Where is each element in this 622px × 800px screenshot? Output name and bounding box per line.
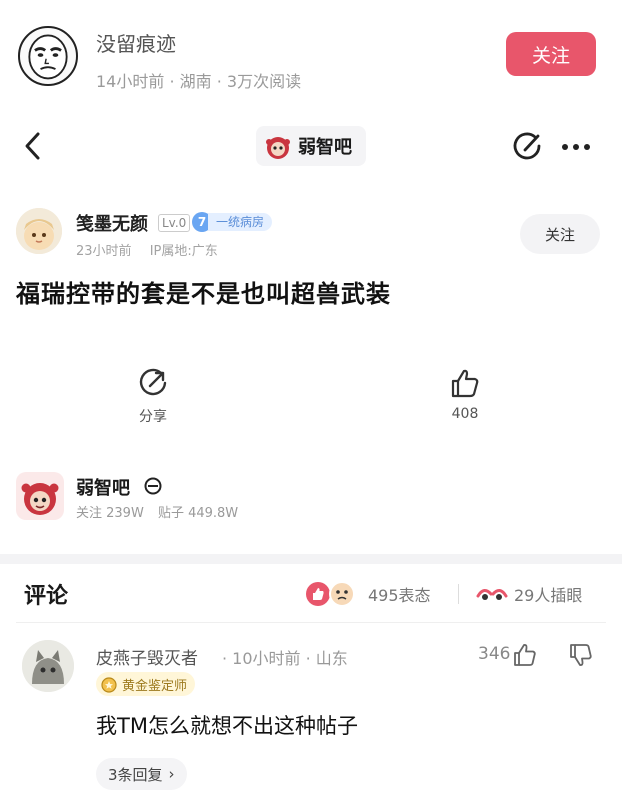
comment-like-count: 346 (478, 644, 511, 664)
outer-location: 湖南 (179, 72, 212, 91)
like-button[interactable]: 408 (430, 366, 500, 422)
outer-post-header: 没留痕迹 14小时前 · 湖南 · 3万次阅读 关注 (0, 0, 622, 112)
comments-header: 评论 495表态 29人插眼 (0, 572, 622, 616)
forum-verified-icon (144, 477, 162, 495)
comments-divider (16, 622, 606, 623)
badge-label: 黄金鉴定师 (122, 678, 188, 694)
comment-like-icon[interactable] (512, 642, 538, 668)
outer-user-avatar[interactable] (18, 26, 78, 86)
outer-username[interactable]: 没留痕迹 (96, 28, 176, 57)
outer-time: 14小时前 (96, 72, 165, 91)
view-replies-button[interactable]: 3条回复 › (96, 758, 187, 790)
outer-post-meta: 14小时前 · 湖南 · 3万次阅读 (96, 72, 302, 91)
forum-logo-icon (16, 472, 64, 520)
forum-card[interactable]: 弱智吧 关注 239W 贴子 449.8W (0, 466, 622, 532)
forum-posts: 贴子 449.8W (157, 506, 239, 521)
outer-views: 3万次阅读 (226, 72, 302, 91)
share-label: 分享 (139, 409, 167, 425)
back-icon[interactable] (18, 128, 48, 164)
post-time: 23小时前 (76, 244, 132, 259)
edit-icon[interactable] (510, 130, 544, 164)
rank-label: 一统病房 (208, 213, 273, 231)
comment-text: 我TM怎么就想不出这种帖子 (96, 714, 358, 738)
share-button[interactable]: 分享 (118, 366, 188, 426)
insert-eye-count[interactable]: 29人插眼 (514, 582, 582, 606)
share-icon (139, 368, 167, 396)
author-follow-button[interactable]: 关注 (520, 214, 600, 254)
replies-count: 3条回复 (108, 765, 163, 784)
thumbs-up-icon (451, 369, 479, 398)
forum-followers: 关注 239W (76, 506, 144, 521)
forum-chip-label: 弱智吧 (298, 137, 352, 158)
like-count: 408 (451, 406, 479, 422)
author-name[interactable]: 笺墨无颜 (76, 210, 148, 236)
header-separator (458, 584, 459, 604)
commenter-badge: 黄金鉴定师 (96, 672, 196, 696)
author-avatar[interactable] (16, 208, 62, 254)
more-icon[interactable] (558, 130, 594, 164)
reaction-stack-icon[interactable] (304, 580, 360, 608)
comment-item: 皮燕子毁灭者 · 10小时前 · 山东 黄金鉴定师 346 我TM怎么就想不出这… (0, 630, 622, 800)
chevron-right-icon: › (168, 765, 175, 783)
comments-title: 评论 (24, 584, 69, 609)
post-title: 福瑞控带的套是不是也叫超兽武装 (16, 280, 391, 308)
top-nav-bar: 弱智吧 (0, 120, 622, 172)
post-author-row: 笺墨无颜 Lv.0 7 一统病房 23小时前 IP属地:广东 关注 (0, 204, 622, 264)
cartoon-avatar-icon (16, 208, 62, 254)
outer-follow-button[interactable]: 关注 (506, 32, 596, 76)
level-badge: Lv.0 (158, 214, 191, 232)
forum-name: 弱智吧 (76, 478, 130, 499)
reaction-count[interactable]: 495表态 (368, 582, 431, 606)
cat-avatar-icon (22, 640, 74, 692)
comment-meta: · 10小时前 · 山东 (222, 649, 348, 668)
author-meta: 23小时前 IP属地:广东 (76, 240, 218, 259)
rank-badge: 7 一统病房 (192, 212, 273, 232)
forum-logo-icon (266, 137, 290, 159)
commenter-name[interactable]: 皮燕子毁灭者 (96, 644, 198, 669)
commenter-avatar[interactable] (22, 640, 74, 692)
forum-stats: 关注 239W 贴子 449.8W (76, 502, 238, 521)
section-divider (0, 554, 622, 564)
eyes-icon[interactable] (476, 582, 508, 606)
meme-face-icon (28, 34, 68, 80)
forum-chip[interactable]: 弱智吧 (256, 126, 366, 166)
post-ip: IP属地:广东 (149, 244, 218, 259)
comment-dislike-icon[interactable] (568, 642, 594, 668)
gold-medal-icon (101, 677, 117, 693)
